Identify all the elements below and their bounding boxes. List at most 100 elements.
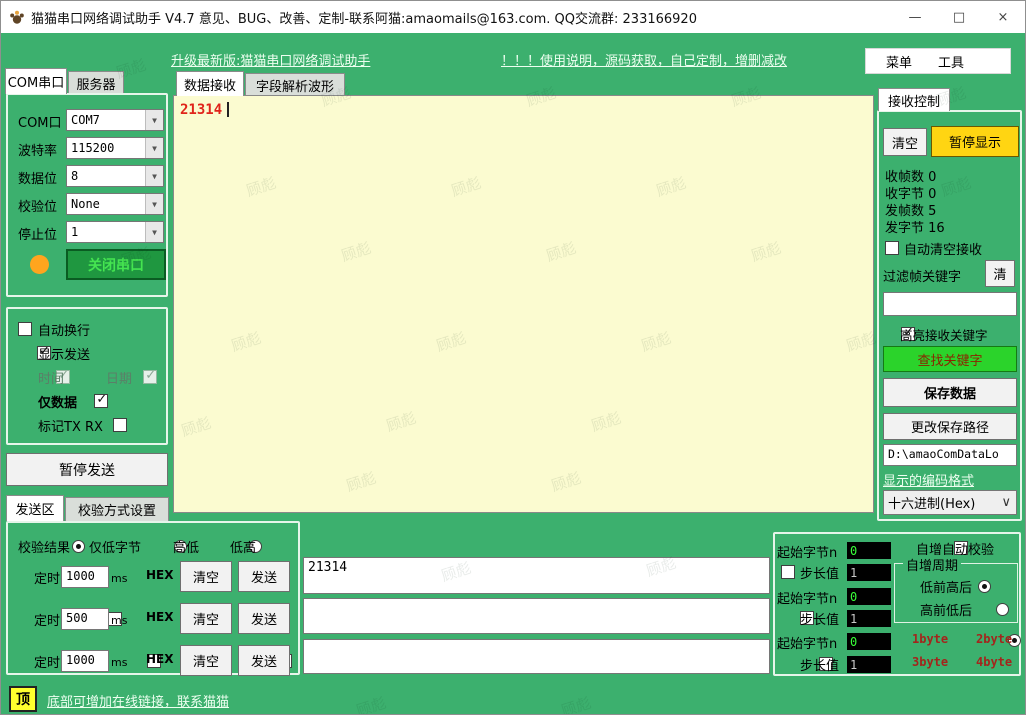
menu-item-menu[interactable]: 菜单 xyxy=(886,52,912,71)
save-path-field[interactable]: D:\amaoComDataLo xyxy=(883,444,1017,466)
step3-input[interactable]: 1 xyxy=(847,656,891,673)
display-options-group: 自动换行 显示发送 时间 日期 仅数据 标记TX RX xyxy=(6,307,168,445)
maximize-icon[interactable]: □ xyxy=(937,2,981,33)
close-port-button[interactable]: 关闭串口 xyxy=(66,249,166,280)
find-keyword-button[interactable]: 查找关键字 xyxy=(883,346,1017,372)
send-settings-group: 校验结果 仅低字节 高低 低高 定时 1000 ms HEX 清空 发送 定时 … xyxy=(6,521,300,675)
byte2-label: 2byte xyxy=(976,632,1012,646)
clear-receive-button[interactable]: 清空 xyxy=(883,128,927,156)
show-send-label: 显示发送 xyxy=(38,344,90,363)
receive-data-area[interactable]: 21314 xyxy=(173,95,874,513)
timer1-ms-label: ms xyxy=(111,572,127,585)
watermark-text: 顾彪 xyxy=(353,692,388,715)
com-port-value: COM7 xyxy=(71,113,100,127)
checksum-lowbyte-radio[interactable] xyxy=(72,540,85,553)
chevron-down-icon[interactable]: ▼ xyxy=(145,110,163,130)
timer2-interval-input[interactable]: 500 xyxy=(61,608,109,630)
timer1-label: 定时 xyxy=(34,568,60,587)
start-byte3-input[interactable]: 0 xyxy=(847,633,891,650)
step1-checkbox[interactable] xyxy=(781,565,795,579)
step1-input[interactable]: 1 xyxy=(847,564,891,581)
help-link[interactable]: ！！！使用说明，源码获取，自己定制，增删减改 xyxy=(501,50,787,69)
port-status-led-icon xyxy=(30,255,49,274)
byte3-label: 3byte xyxy=(912,655,948,669)
timer3-label: 定时 xyxy=(34,652,60,671)
parity-label: 校验位 xyxy=(18,196,57,215)
chevron-down-icon[interactable]: ▼ xyxy=(145,194,163,214)
increment-cycle-label: 自增周期 xyxy=(903,555,961,574)
hex1-label: HEX xyxy=(146,568,174,582)
tab-data-receive[interactable]: 数据接收 xyxy=(176,71,244,96)
auto-newline-checkbox[interactable] xyxy=(18,322,32,336)
tab-server[interactable]: 服务器 xyxy=(68,71,124,94)
tab-checksum-settings[interactable]: 校验方式设置 xyxy=(65,497,169,521)
com-port-select[interactable]: COM7 ▼ xyxy=(66,109,164,131)
watermark-text: 顾彪 xyxy=(558,692,593,715)
auto-clear-label: 自动清空接收 xyxy=(904,239,982,258)
send1-button[interactable]: 发送 xyxy=(238,561,290,592)
tx-bytes-label: 发字节 xyxy=(885,221,924,236)
start-byte1-input[interactable]: 0 xyxy=(847,542,891,559)
receive-control-panel: 清空 暂停显示 收帧数 0 收字节 0 发帧数 5 发字节 16 自动清空接收 … xyxy=(877,110,1022,521)
data-bits-select[interactable]: 8 ▼ xyxy=(66,165,164,187)
save-data-button[interactable]: 保存数据 xyxy=(883,378,1017,407)
date-checkbox[interactable] xyxy=(143,370,157,384)
close-icon[interactable]: × xyxy=(981,2,1025,33)
clear3-button[interactable]: 清空 xyxy=(180,645,232,676)
hex3-label: HEX xyxy=(146,652,174,666)
send3-button[interactable]: 发送 xyxy=(238,645,290,676)
send-input-2[interactable] xyxy=(303,598,770,634)
pause-display-button[interactable]: 暂停显示 xyxy=(931,126,1019,157)
menu-bar: 菜单 工具 xyxy=(865,48,1011,74)
footer-contact-link[interactable]: 底部可增加在线链接，联系猫猫 xyxy=(47,691,229,710)
cycle-highfirst-label: 高前低后 xyxy=(920,600,972,619)
step2-input[interactable]: 1 xyxy=(847,610,891,627)
auto-clear-checkbox[interactable] xyxy=(885,241,899,255)
start-byte2-input[interactable]: 0 xyxy=(847,588,891,605)
step3-label: 步长值 xyxy=(800,655,839,674)
timer3-interval-input[interactable]: 1000 xyxy=(61,650,109,672)
send2-button[interactable]: 发送 xyxy=(238,603,290,634)
filter-keyword-label: 过滤帧关键字 xyxy=(883,266,961,285)
encoding-format-select[interactable]: 十六进制(Hex) ∨ xyxy=(883,490,1017,515)
send-input-1[interactable]: 21314 xyxy=(303,557,770,594)
mark-txrx-checkbox[interactable] xyxy=(113,418,127,432)
byte4-label: 4byte xyxy=(976,655,1012,669)
checksum-lowbyte-label: 仅低字节 xyxy=(89,537,141,556)
upgrade-link[interactable]: 升级最新版:猫猫串口网络调试助手 xyxy=(171,50,370,69)
tab-com-serial[interactable]: COM串口 xyxy=(5,68,67,94)
baud-rate-value: 115200 xyxy=(71,141,114,155)
parity-select[interactable]: None ▼ xyxy=(66,193,164,215)
parity-value: None xyxy=(71,197,100,211)
highlight-keyword-label: 高亮接收关键字 xyxy=(900,325,988,344)
timer1-interval-input[interactable]: 1000 xyxy=(61,566,109,588)
data-only-checkbox[interactable] xyxy=(94,394,108,408)
filter-clear-button[interactable]: 清 xyxy=(985,260,1015,287)
tab-field-parse-wave[interactable]: 字段解析波形 xyxy=(245,73,345,96)
pause-send-button[interactable]: 暂停发送 xyxy=(6,453,168,486)
tx-bytes-value: 16 xyxy=(928,221,945,236)
tab-receive-control[interactable]: 接收控制 xyxy=(878,88,950,111)
send-input-3[interactable] xyxy=(303,639,770,674)
app-paw-icon xyxy=(9,9,25,25)
cycle-lowfirst-label: 低前高后 xyxy=(920,577,972,596)
baud-rate-select[interactable]: 115200 ▼ xyxy=(66,137,164,159)
encoding-format-label: 显示的编码格式 xyxy=(883,470,974,489)
tab-send-area[interactable]: 发送区 xyxy=(6,495,64,521)
clear1-button[interactable]: 清空 xyxy=(180,561,232,592)
stop-bits-label: 停止位 xyxy=(18,224,57,243)
data-bits-label: 数据位 xyxy=(18,168,57,187)
timer3-ms-label: ms xyxy=(111,656,127,669)
filter-keyword-input[interactable] xyxy=(883,292,1017,316)
checksum-result-label: 校验结果 xyxy=(18,537,70,556)
chevron-down-icon[interactable]: ▼ xyxy=(145,166,163,186)
change-save-path-button[interactable]: 更改保存路径 xyxy=(883,413,1017,440)
scroll-top-button[interactable]: 顶 xyxy=(9,686,37,712)
chevron-down-icon[interactable]: ▼ xyxy=(145,138,163,158)
auto-newline-label: 自动换行 xyxy=(38,320,90,339)
minimize-icon[interactable]: — xyxy=(893,2,937,33)
stop-bits-select[interactable]: 1 ▼ xyxy=(66,221,164,243)
clear2-button[interactable]: 清空 xyxy=(180,603,232,634)
menu-item-tools[interactable]: 工具 xyxy=(938,52,964,71)
chevron-down-icon[interactable]: ▼ xyxy=(145,222,163,242)
